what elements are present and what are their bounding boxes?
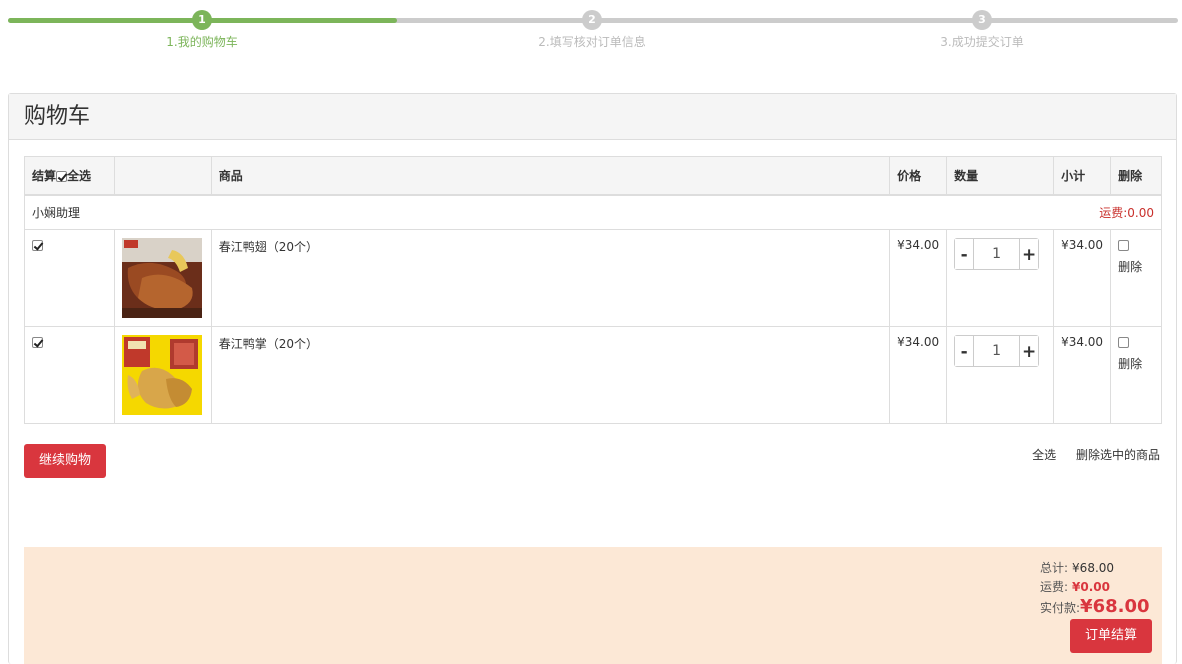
delete-checkbox[interactable] xyxy=(1118,336,1130,348)
header-qty: 数量 xyxy=(946,156,1055,196)
quantity-stepper: - 1 + xyxy=(954,237,1040,270)
header-settle: 结算 全选 xyxy=(24,156,115,196)
step-label: 3.成功提交订单 xyxy=(940,35,1024,49)
header-image xyxy=(113,156,212,196)
select-all-link[interactable]: 全选 xyxy=(1032,448,1056,462)
table-header: 结算 全选 商品 价格 数量 小计 删除 xyxy=(24,156,1162,196)
pay-value: ¥68.00 xyxy=(1080,596,1150,617)
qty-minus-button[interactable]: - xyxy=(955,238,974,269)
item-price: ¥34.00 xyxy=(889,325,948,424)
qty-plus-button[interactable]: + xyxy=(1020,335,1039,366)
qty-minus-button[interactable]: - xyxy=(955,335,974,366)
order-summary: 总计: ¥68.00 运费: ¥0.00 实付款:¥68.00 订单结算 xyxy=(24,547,1162,664)
step-number: 2 xyxy=(582,10,602,30)
item-subtotal: ¥34.00 xyxy=(1053,325,1112,424)
qty-input[interactable]: 1 xyxy=(973,238,1021,269)
header-delete: 删除 xyxy=(1110,156,1162,196)
freight-value: ¥0.00 xyxy=(1072,580,1111,594)
quantity-stepper: - 1 + xyxy=(954,334,1040,367)
total-value: ¥68.00 xyxy=(1072,561,1115,575)
total-line: 总计: ¥68.00 xyxy=(1040,561,1115,575)
qty-plus-button[interactable]: + xyxy=(1020,238,1039,269)
delete-checkbox[interactable] xyxy=(1118,239,1130,251)
checkout-progress: 1 1.我的购物车 2 2.填写核对订单信息 3 3.成功提交订单 xyxy=(8,10,1178,55)
header-price: 价格 xyxy=(889,156,948,196)
item-price: ¥34.00 xyxy=(889,228,948,327)
step-fill-order: 2 2.填写核对订单信息 xyxy=(492,10,692,50)
item-checkbox[interactable] xyxy=(32,239,43,251)
panel-header: 购物车 xyxy=(9,94,1176,140)
duck-feet-image[interactable] xyxy=(121,334,202,415)
step-number: 3 xyxy=(972,10,992,30)
store-row: 小娴助理 运费:0.00 xyxy=(24,194,1162,230)
item-name[interactable]: 春江鸭掌（20个） xyxy=(210,325,891,424)
pay-line: 实付款:¥68.00 xyxy=(1040,596,1150,617)
header-product: 商品 xyxy=(210,156,891,196)
store-freight: 运费:0.00 xyxy=(1099,205,1154,220)
step-label: 1.我的购物车 xyxy=(166,35,238,49)
bulk-actions: 全选 删除选中的商品 xyxy=(1016,446,1160,463)
header-subtotal: 小计 xyxy=(1053,156,1112,196)
qty-input[interactable]: 1 xyxy=(973,335,1021,366)
step-label: 2.填写核对订单信息 xyxy=(538,35,646,49)
cart-panel: 购物车 结算 全选 商品 价格 数量 小计 删除 小娴助理 运费:0.00 春江… xyxy=(8,93,1177,664)
table-row: 春江鸭翅（20个） ¥34.00 - 1 + ¥34.00 删除 xyxy=(24,228,1162,327)
item-name[interactable]: 春江鸭翅（20个） xyxy=(210,228,891,327)
delete-label[interactable]: 删除 xyxy=(1118,258,1154,275)
item-subtotal: ¥34.00 xyxy=(1053,228,1112,327)
summary-lines: 总计: ¥68.00 运费: ¥0.00 实付款:¥68.00 xyxy=(1040,559,1150,616)
delete-label[interactable]: 删除 xyxy=(1118,355,1154,372)
step-cart: 1 1.我的购物车 xyxy=(102,10,302,50)
delete-selected-link[interactable]: 删除选中的商品 xyxy=(1076,448,1160,462)
cart-table: 结算 全选 商品 价格 数量 小计 删除 小娴助理 运费:0.00 春江鸭翅（2… xyxy=(24,156,1162,424)
freight-line: 运费: ¥0.00 xyxy=(1040,580,1111,594)
table-row: 春江鸭掌（20个） ¥34.00 - 1 + ¥34.00 删除 xyxy=(24,325,1162,424)
continue-shopping-button[interactable]: 继续购物 xyxy=(24,444,106,478)
store-name: 小娴助理 xyxy=(32,205,81,220)
checkout-button[interactable]: 订单结算 xyxy=(1070,619,1152,653)
select-all-checkbox[interactable] xyxy=(56,170,68,182)
step-number: 1 xyxy=(192,10,212,30)
step-submit: 3 3.成功提交订单 xyxy=(882,10,1082,50)
duck-wing-image[interactable] xyxy=(121,237,202,318)
item-checkbox[interactable] xyxy=(32,336,43,348)
page-title: 购物车 xyxy=(24,104,91,129)
